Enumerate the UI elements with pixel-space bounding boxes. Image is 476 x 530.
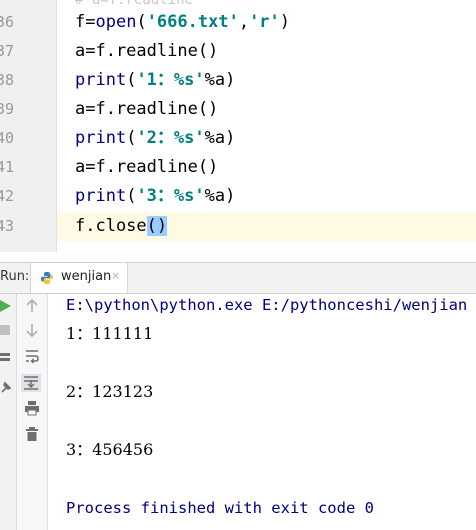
code-token-string: '3： xyxy=(136,186,174,206)
code-token-builtin: open xyxy=(95,12,137,32)
run-tab-wenjian[interactable]: wenjian × xyxy=(30,263,128,293)
line-number: 41 xyxy=(0,158,14,176)
console-line: 3：456456 xyxy=(66,440,154,459)
python-icon xyxy=(41,272,53,284)
code-token-string: ' xyxy=(194,70,205,90)
code-token-builtin: print xyxy=(75,186,127,206)
code-token: ( xyxy=(126,128,137,148)
console-line-command: E:\python\python.exe E:/pythonceshi/wenj… xyxy=(66,296,468,314)
code-token-builtin: print xyxy=(75,70,127,90)
layout-icon[interactable] xyxy=(0,350,14,366)
scroll-to-end-icon[interactable] xyxy=(21,374,41,392)
code-token-format: %s xyxy=(173,128,195,148)
code-token-string: '1： xyxy=(136,70,174,90)
run-toolbar-secondary xyxy=(17,294,48,530)
panel-divider[interactable] xyxy=(0,252,476,263)
run-label: Run: xyxy=(0,269,30,284)
code-token: , xyxy=(238,12,250,32)
run-icon[interactable] xyxy=(0,298,14,314)
code-token: f.close xyxy=(75,216,147,236)
tab-title: wenjian xyxy=(61,269,112,284)
code-editor[interactable]: 36 37 38 39 40 41 42 43 # a=f.readline f… xyxy=(0,0,476,252)
line-number-gutter: 36 37 38 39 40 41 42 43 xyxy=(0,0,56,252)
line-number: 36 xyxy=(0,13,14,31)
trash-icon[interactable] xyxy=(24,426,40,442)
line-number: 38 xyxy=(0,71,14,89)
code-token-builtin: print xyxy=(75,128,127,148)
partial-code-line: # a=f.readline xyxy=(75,0,194,8)
code-line[interactable]: a=f.readline() xyxy=(75,95,218,124)
code-token: ( xyxy=(136,12,147,32)
code-token-string: '666.txt' xyxy=(146,12,239,32)
run-tool-window: Run: wenjian × E:\python\python.exe E:/p… xyxy=(0,252,476,530)
console-line-exit: Process finished with exit code 0 xyxy=(66,499,374,517)
code-token: %a) xyxy=(204,186,236,206)
soft-wrap-icon[interactable] xyxy=(24,348,40,364)
code-token-string: ' xyxy=(194,128,205,148)
arrow-up-icon[interactable] xyxy=(24,298,40,314)
close-icon[interactable]: × xyxy=(111,269,120,282)
stop-icon[interactable] xyxy=(0,322,14,338)
code-line[interactable]: a=f.readline() xyxy=(75,153,218,182)
code-token-format: %s xyxy=(173,186,195,206)
code-token: ) xyxy=(279,12,291,32)
code-token-string: ' xyxy=(194,186,205,206)
code-token: ( xyxy=(126,70,137,90)
print-icon[interactable] xyxy=(24,400,40,416)
run-tool-header: Run: wenjian × xyxy=(0,263,476,294)
code-token-string: 'r' xyxy=(249,12,280,32)
line-number: 37 xyxy=(0,42,14,60)
code-token-matched-paren: ( xyxy=(146,216,157,236)
line-number: 43 xyxy=(0,217,14,235)
code-line[interactable]: print('3：%s'%a) xyxy=(75,182,235,211)
code-token-format: %s xyxy=(173,70,195,90)
code-token: %a) xyxy=(204,128,236,148)
code-token: ( xyxy=(126,186,137,206)
code-line[interactable]: a=f.readline() xyxy=(75,37,218,66)
pin-icon[interactable] xyxy=(0,380,14,396)
code-line[interactable]: print('2：%s'%a) xyxy=(75,124,235,153)
code-line[interactable]: print('1：%s'%a) xyxy=(75,66,235,95)
code-line[interactable]: f=open('666.txt','r') xyxy=(75,8,290,37)
code-token: %a) xyxy=(204,70,236,90)
code-line[interactable]: f.close() xyxy=(75,212,168,241)
line-number: 39 xyxy=(0,100,14,118)
console-output[interactable]: E:\python\python.exe E:/pythonceshi/wenj… xyxy=(48,294,476,530)
arrow-down-icon[interactable] xyxy=(24,322,40,338)
code-token-matched-paren: ) xyxy=(156,216,168,236)
line-number: 42 xyxy=(0,187,14,205)
code-token-string: '2： xyxy=(136,128,174,148)
console-line: 1：111111 xyxy=(66,324,154,343)
run-toolbar-primary xyxy=(0,294,17,530)
line-number: 40 xyxy=(0,129,14,147)
code-token: f= xyxy=(75,12,96,32)
console-line: 2：123123 xyxy=(66,382,154,401)
